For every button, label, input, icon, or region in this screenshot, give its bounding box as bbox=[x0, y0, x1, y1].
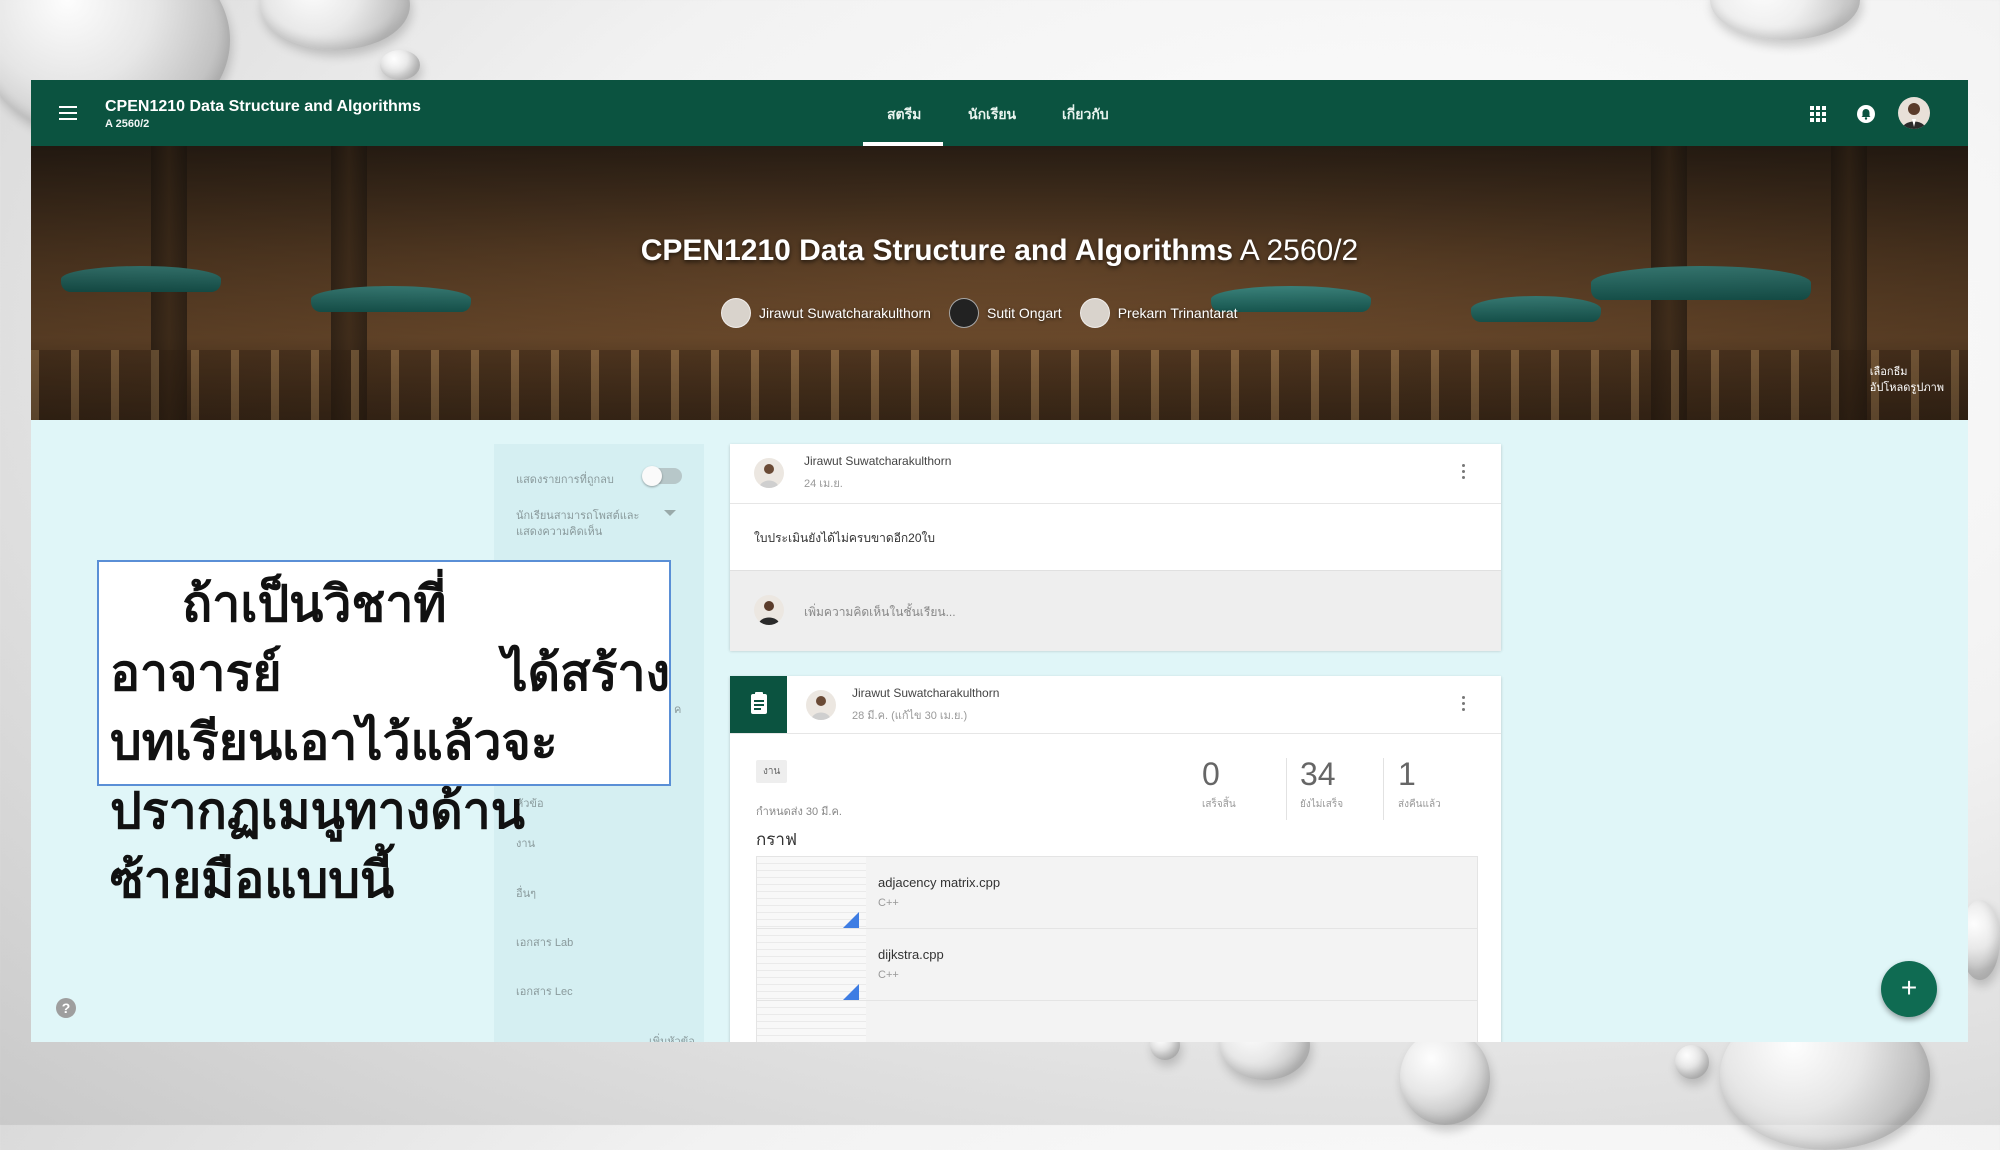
stat-label: ยังไม่เสร็จ bbox=[1300, 799, 1344, 810]
annotation-line: ปรากฏเมนูทางด้าน bbox=[110, 782, 525, 840]
file-thumbnail bbox=[757, 1001, 866, 1042]
teacher-avatar bbox=[721, 298, 751, 328]
announcement-card: Jirawut Suwatcharakulthorn 24 เม.ย. ใบปร… bbox=[730, 444, 1501, 651]
attachment-file[interactable]: dijkstra.cpp C++ bbox=[756, 928, 1478, 1001]
attachment-file[interactable] bbox=[756, 1000, 1478, 1042]
stat-label: เสร็จสิ้น bbox=[1202, 799, 1236, 810]
course-section: A 2560/2 bbox=[105, 118, 150, 130]
add-topic-link[interactable]: เพิ่มหัวข้อ bbox=[649, 1032, 695, 1042]
help-icon[interactable]: ? bbox=[56, 998, 76, 1018]
assignment-chip: งาน bbox=[756, 760, 788, 783]
stat-value: 34 bbox=[1300, 756, 1336, 792]
stat-value: 1 bbox=[1398, 756, 1416, 792]
due-date: กำหนดส่ง 30 มี.ค. bbox=[756, 806, 842, 818]
post-author: Jirawut Suwatcharakulthorn bbox=[852, 686, 1000, 700]
divider bbox=[1383, 758, 1384, 820]
choose-theme-link[interactable]: เลือกธีม bbox=[1870, 364, 1944, 380]
stat-done[interactable]: 0 เสร็จสิ้น bbox=[1202, 756, 1297, 812]
teacher-item: Sutit Ongart bbox=[948, 298, 1062, 328]
annotation-line: อาจารย์ ได้สร้าง bbox=[110, 644, 670, 702]
file-type: C++ bbox=[878, 969, 899, 981]
file-name: adjacency matrix.cpp bbox=[878, 875, 1001, 890]
upload-photo-link[interactable]: อัปโหลดรูปภาพ bbox=[1870, 380, 1944, 396]
account-avatar[interactable] bbox=[1898, 97, 1930, 129]
teacher-name: Sutit Ongart bbox=[986, 305, 1062, 321]
assignment-icon bbox=[730, 676, 787, 733]
decor-drop bbox=[260, 0, 410, 50]
assignment-card[interactable]: Jirawut Suwatcharakulthorn 28 มี.ค. (แก้… bbox=[730, 676, 1501, 1042]
teacher-name: Prekarn Trinantarat bbox=[1117, 305, 1238, 321]
banner-course-title: CPEN1210 Data Structure and Algorithms A… bbox=[640, 234, 1359, 267]
post-text: ใบประเมินยังได้ไม่ครบขาดอีก20ใบ bbox=[754, 531, 935, 545]
tab-students[interactable]: นักเรียน bbox=[968, 104, 1016, 126]
file-type: C++ bbox=[878, 897, 899, 909]
teacher-item: Jirawut Suwatcharakulthorn bbox=[721, 298, 931, 328]
annotation-line: ซ้ายมือแบบนี้ bbox=[110, 851, 395, 909]
annotation-line: ถ้าเป็นวิชาที่ bbox=[182, 575, 447, 633]
post-date: 24 เม.ย. bbox=[804, 478, 843, 490]
add-button[interactable]: + bbox=[1881, 961, 1937, 1017]
post-author: Jirawut Suwatcharakulthorn bbox=[804, 454, 952, 468]
class-comment-input[interactable]: เพิ่มความคิดเห็นในชั้นเรียน... bbox=[804, 603, 956, 622]
course-title[interactable]: CPEN1210 Data Structure and Algorithms bbox=[105, 98, 421, 116]
teacher-avatar bbox=[1079, 298, 1110, 328]
teacher-name: Jirawut Suwatcharakulthorn bbox=[759, 305, 931, 321]
show-deleted-label: แสดงรายการที่ถูกลบ bbox=[516, 474, 614, 486]
menu-icon[interactable] bbox=[57, 102, 79, 124]
course-banner: CPEN1210 Data Structure and Algorithms A… bbox=[31, 146, 1968, 420]
stat-not-done[interactable]: 34 ยังไม่เสร็จ bbox=[1300, 756, 1395, 812]
comment-bar: เพิ่มความคิดเห็นในชั้นเรียน... bbox=[730, 570, 1501, 651]
more-vert-icon[interactable] bbox=[1462, 696, 1466, 714]
file-type-icon bbox=[843, 912, 859, 928]
teacher-item: Prekarn Trinantarat bbox=[1079, 298, 1238, 328]
stat-value: 0 bbox=[1202, 756, 1220, 792]
tab-stream[interactable]: สตรีม bbox=[887, 104, 921, 126]
stat-label: ส่งคืนแล้ว bbox=[1398, 799, 1441, 810]
stat-returned[interactable]: 1 ส่งคืนแล้ว bbox=[1398, 756, 1493, 812]
decor-drop bbox=[380, 50, 420, 80]
more-vert-icon[interactable] bbox=[1462, 464, 1466, 482]
annotation-line: บทเรียนเอาไว้แล้วจะ bbox=[110, 713, 558, 771]
bell-icon[interactable] bbox=[1856, 104, 1876, 124]
file-name: dijkstra.cpp bbox=[878, 947, 944, 962]
top-app-bar: CPEN1210 Data Structure and Algorithms A… bbox=[31, 80, 1968, 146]
chevron-down-icon[interactable] bbox=[664, 510, 676, 516]
theme-options: เลือกธีม อัปโหลดรูปภาพ bbox=[1870, 364, 1944, 396]
show-deleted-toggle[interactable] bbox=[642, 466, 682, 486]
student-permission-label-2[interactable]: แสดงความคิดเห็น bbox=[516, 522, 602, 540]
commenter-avatar bbox=[754, 595, 784, 625]
author-avatar bbox=[806, 690, 836, 720]
topic-item[interactable]: เอกสาร Lab bbox=[516, 933, 573, 951]
decor-drop bbox=[1710, 0, 1860, 40]
post-date: 28 มี.ค. (แก้ไข 30 เม.ย.) bbox=[852, 710, 968, 722]
apps-grid-icon[interactable] bbox=[1809, 105, 1827, 123]
assignment-title[interactable]: กราฟ bbox=[756, 826, 797, 853]
topic-item[interactable]: เอกสาร Lec bbox=[516, 982, 573, 1000]
author-avatar bbox=[754, 458, 784, 488]
decor-drop bbox=[1675, 1045, 1709, 1079]
partial-topic-letter: ค bbox=[674, 704, 682, 716]
divider bbox=[730, 733, 1501, 734]
banner-course-section: A 2560/2 bbox=[1239, 234, 1359, 267]
teacher-avatar bbox=[948, 298, 979, 328]
decor-drop bbox=[1400, 1030, 1490, 1125]
file-type-icon bbox=[843, 984, 859, 1000]
tab-about[interactable]: เกี่ยวกับ bbox=[1062, 104, 1109, 126]
teacher-list: Jirawut Suwatcharakulthorn Sutit Ongart … bbox=[721, 298, 1238, 328]
divider bbox=[730, 503, 1501, 504]
divider bbox=[1286, 758, 1287, 820]
attachment-file[interactable]: adjacency matrix.cpp C++ bbox=[756, 856, 1478, 929]
annotation-text: ถ้าเป็นวิชาที่ อาจารย์ ได้สร้าง บทเรียนเอ… bbox=[110, 570, 670, 915]
